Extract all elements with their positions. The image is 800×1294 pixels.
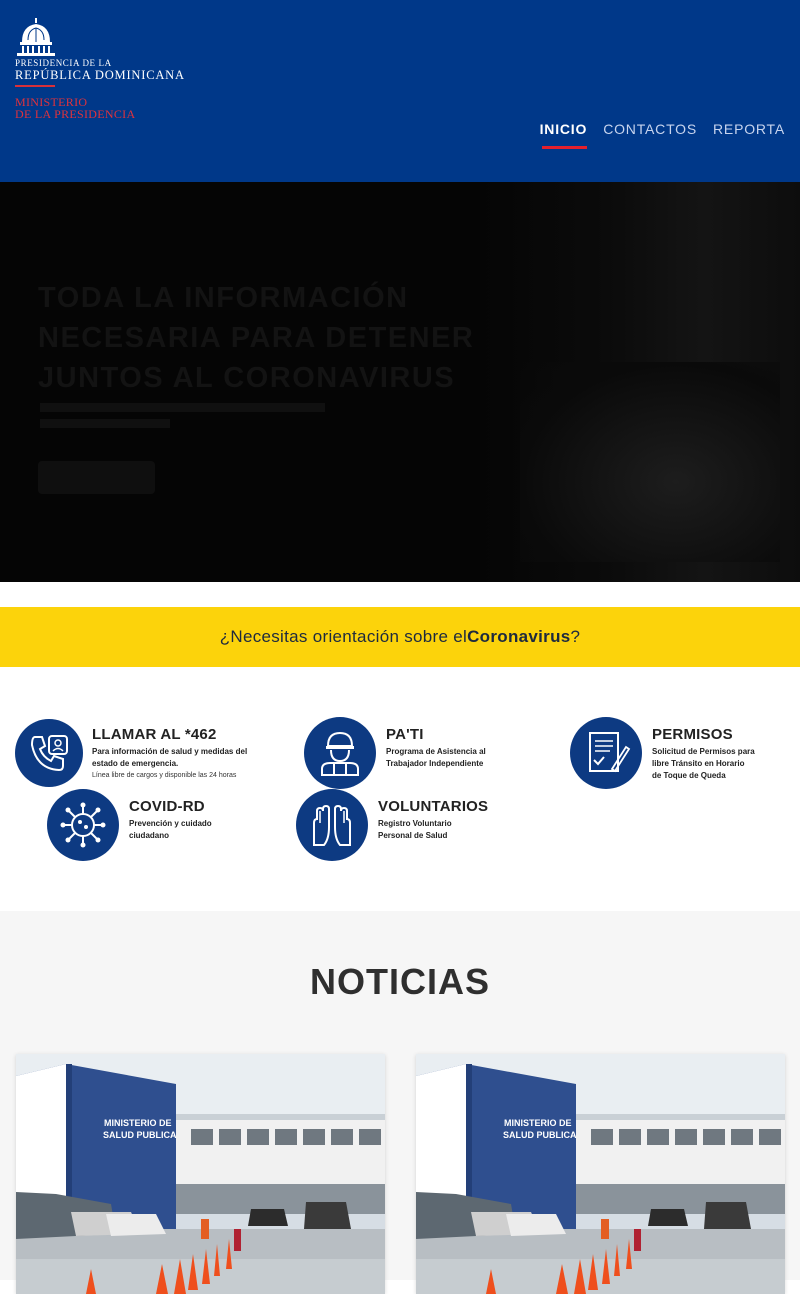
logo-divider [15,85,55,87]
news-card-photo: MINISTERIO DE SALUD PUBLICA [16,1054,385,1294]
service-llamar-title: LLAMAR AL *462 [92,726,217,743]
service-voluntarios-desc-2: Personal de Salud [378,831,448,840]
service-voluntarios[interactable]: VOLUNTARIOS Registro Voluntario Personal… [296,789,511,861]
service-pati-desc-1: Programa de Asistencia al [386,747,486,756]
logo-line-republica: REPÚBLICA DOMINICANA [15,68,185,82]
news-card[interactable]: MINISTERIO DE SALUD PUBLICA [416,1054,785,1294]
banner-prefix: ¿Necesitas orientación sobre el [219,627,468,646]
service-permisos-desc-2: libre Tránsito en Horario [652,759,745,768]
service-permisos-desc-3: de Toque de Queda [652,771,726,780]
service-pati[interactable]: PA'TI Programa de Asistencia al Trabajad… [304,717,524,789]
service-covid-title: COVID-RD [129,798,205,815]
news-title: NOTICIAS [309,961,490,1002]
logo-line-de-la-presidencia: DE LA PRESIDENCIA [15,107,136,121]
news-card-sign-line-1: MINISTERIO DE [104,1118,172,1128]
service-covid-rd[interactable]: COVID-RD Prevención y cuidado ciudadano [47,789,247,861]
news-card-photo: MINISTERIO DE SALUD PUBLICA [416,1054,785,1294]
service-covid-desc-1: Prevención y cuidado [129,819,212,828]
service-pati-desc-2: Trabajador Independiente [386,759,484,768]
service-permisos[interactable]: PERMISOS Solicitud de Permisos para libr… [570,717,785,789]
hero-subtitle-text-shape [40,403,325,428]
hero-title: TODA LA INFORMACIÓN NECESARIA PARA DETEN… [38,282,475,394]
service-voluntarios-desc-1: Registro Voluntario [378,819,452,828]
service-permisos-title: PERMISOS [652,726,733,743]
service-voluntarios-title: VOLUNTARIOS [378,798,489,815]
document-pen-icon [570,717,642,789]
orientation-banner[interactable]: ¿Necesitas orientación sobre el Coronavi… [0,607,800,667]
news-card-sign-line-2: SALUD PUBLICA [103,1130,177,1140]
news-card[interactable]: MINISTERIO DE SALUD PUBLICA [16,1054,385,1294]
news-card-sign-line-1: MINISTERIO DE [504,1118,572,1128]
nav-reporta[interactable]: REPORTA [713,121,785,149]
news-section: NOTICIAS MINISTERIO DE SALUD PUBLICA MIN… [0,911,800,1294]
service-llamar-desc-1: Para información de salud y medidas del [92,747,248,756]
hero-cta-button[interactable] [38,461,155,494]
logo-line-presidencia: PRESIDENCIA DE LA [15,58,112,68]
service-permisos-desc-1: Solicitud de Permisos para [652,747,755,756]
hero-subtitle [40,400,340,435]
hero-background-highlight [520,362,780,562]
news-card-sign-line-2: SALUD PUBLICA [503,1130,577,1140]
site-logo[interactable]: PRESIDENCIA DE LA REPÚBLICA DOMINICANA M… [14,18,194,121]
phone-icon [15,719,83,787]
nav-inicio[interactable]: INICIO [540,121,588,149]
banner-suffix: ? [570,627,581,646]
main-nav: INICIO CONTACTOS REPORTA [540,121,785,149]
nav-contactos[interactable]: CONTACTOS [603,121,697,149]
service-pati-title: PA'TI [386,726,424,743]
service-llamar-note: Línea libre de cargos y disponible las 2… [92,772,237,779]
banner-highlight: Coronavirus [467,627,571,646]
hero-banner: TODA LA INFORMACIÓN NECESARIA PARA DETEN… [0,182,800,582]
service-llamar-desc-2: estado de emergencia. [92,759,179,768]
service-covid-desc-2: ciudadano [129,831,170,840]
capitol-dome-icon [17,18,55,56]
service-llamar-462[interactable]: LLAMAR AL *462 Para información de salud… [15,719,265,789]
raised-hands-icon [296,789,368,861]
worker-icon [304,717,376,789]
site-header: PRESIDENCIA DE LA REPÚBLICA DOMINICANA M… [0,0,800,182]
virus-icon [47,789,119,861]
